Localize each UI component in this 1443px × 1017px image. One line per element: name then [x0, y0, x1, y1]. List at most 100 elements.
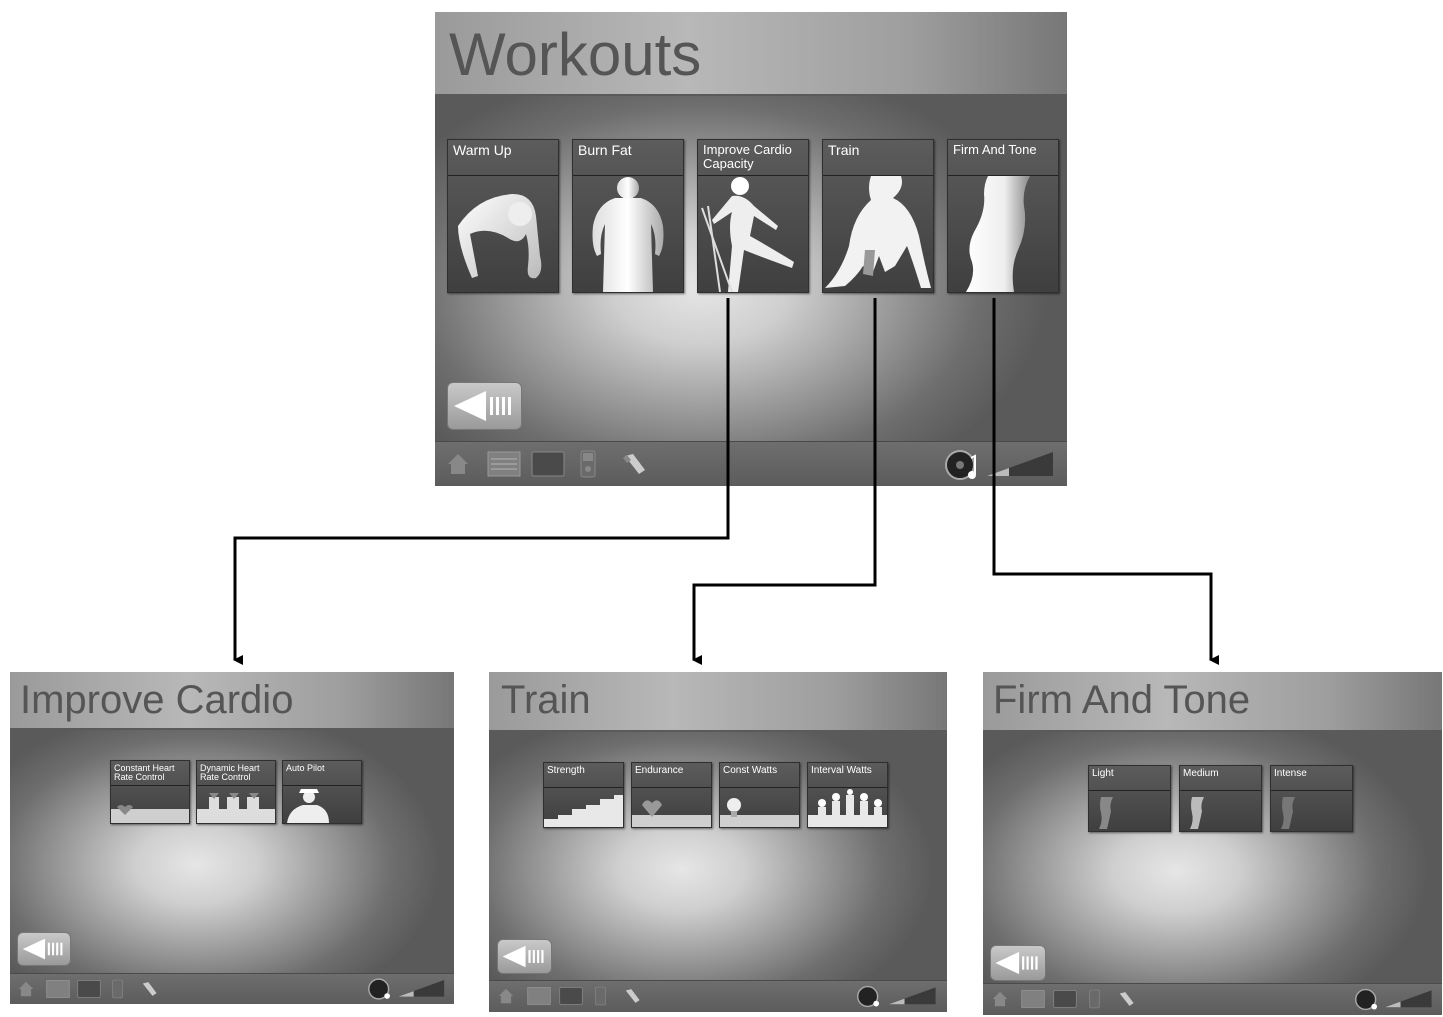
back-arrow-icon	[454, 391, 511, 421]
tile-label: Firm And Tone	[953, 142, 1037, 157]
ipod-icon[interactable]	[112, 979, 123, 999]
screen-icon[interactable]	[77, 979, 101, 999]
tile-strength[interactable]: Strength	[543, 762, 624, 828]
ipod-icon[interactable]	[580, 450, 596, 478]
keyboard-icon[interactable]	[487, 450, 521, 478]
back-button[interactable]	[17, 932, 71, 966]
intense-intensity-icon	[1281, 797, 1295, 829]
tile-auto-pilot[interactable]: Auto Pilot	[282, 760, 362, 824]
tile-intense[interactable]: Intense	[1270, 765, 1353, 832]
tile-label: Medium	[1183, 768, 1219, 779]
home-icon[interactable]	[498, 987, 514, 1005]
keyboard-icon[interactable]	[46, 979, 70, 999]
ipod-icon[interactable]	[595, 986, 606, 1006]
music-note-icon[interactable]	[1355, 987, 1382, 1012]
tile-label: Interval Watts	[811, 765, 872, 776]
bottom-bar	[983, 983, 1442, 1015]
tile-constant-heart-rate[interactable]: Constant Heart Rate Control	[110, 760, 190, 824]
tile-medium[interactable]: Medium	[1179, 765, 1262, 832]
volume-icon[interactable]	[987, 452, 1055, 478]
tile-label: Light	[1092, 768, 1114, 779]
workout-tiles: Warm Up Burn Fat Improve Cardio Capacity	[447, 139, 1059, 293]
keyboard-icon[interactable]	[1021, 989, 1045, 1009]
tile-label: Auto Pilot	[286, 763, 325, 773]
tile-dynamic-heart-rate[interactable]: Dynamic Heart Rate Control	[196, 760, 276, 824]
usb-key-icon[interactable]	[623, 987, 641, 1005]
tile-improve-cardio[interactable]: Improve Cardio Capacity	[697, 139, 809, 293]
usb-key-icon[interactable]	[1117, 990, 1135, 1008]
improve-cardio-screen: Improve Cardio Constant Heart Rate Contr…	[10, 672, 454, 1004]
sprinter-figure-icon	[825, 176, 931, 288]
usb-key-icon[interactable]	[140, 980, 158, 998]
dynamic-heart-rate-icon	[197, 793, 275, 823]
volume-icon[interactable]	[398, 980, 446, 998]
screen-icon[interactable]	[531, 450, 565, 478]
train-screen: Train Strength Endurance Const Watts Int…	[489, 672, 947, 1012]
back-button[interactable]	[497, 939, 552, 974]
workouts-screen: Workouts Warm Up Burn Fat Improve Cardio…	[435, 12, 1067, 486]
train-tiles: Strength Endurance Const Watts Interval …	[543, 762, 888, 828]
usb-key-icon[interactable]	[621, 452, 647, 476]
title-bar: Improve Cardio	[10, 672, 454, 730]
back-arrow-icon	[995, 951, 1038, 975]
bottom-bar	[489, 980, 947, 1012]
ipod-icon[interactable]	[1089, 989, 1100, 1009]
screen-icon[interactable]	[559, 986, 583, 1006]
medium-intensity-icon	[1190, 797, 1204, 829]
interval-watts-bulbs-icon	[808, 789, 887, 827]
pilot-icon	[287, 789, 329, 823]
firm-tone-tiles: Light Medium Intense	[1088, 765, 1353, 832]
page-title: Train	[501, 678, 591, 722]
bottom-bar	[435, 441, 1067, 486]
music-note-icon[interactable]	[368, 977, 395, 1001]
title-bar: Firm And Tone	[983, 672, 1442, 732]
keyboard-icon[interactable]	[527, 986, 551, 1006]
back-button[interactable]	[447, 382, 522, 430]
warm-up-figure-icon	[458, 194, 542, 279]
page-title: Improve Cardio	[20, 678, 294, 722]
const-watts-bulb-icon	[720, 798, 799, 827]
tile-light[interactable]: Light	[1088, 765, 1171, 832]
tile-label: Dynamic Heart Rate Control	[200, 763, 260, 783]
tile-label: Constant Heart Rate Control	[114, 763, 175, 783]
cardio-tiles: Constant Heart Rate Control Dynamic Hear…	[110, 760, 362, 824]
tile-label: Warm Up	[453, 142, 512, 158]
music-note-icon[interactable]	[945, 448, 983, 482]
home-icon[interactable]	[447, 452, 469, 476]
home-icon[interactable]	[992, 990, 1008, 1008]
tile-warm-up[interactable]: Warm Up	[447, 139, 559, 293]
cardio-skier-figure-icon	[701, 177, 794, 292]
tile-label: Endurance	[635, 765, 684, 776]
tile-interval-watts[interactable]: Interval Watts	[807, 762, 888, 828]
tile-label: Strength	[547, 765, 585, 776]
volume-icon[interactable]	[1385, 990, 1433, 1009]
back-arrow-icon	[22, 938, 63, 960]
tile-firm-and-tone[interactable]: Firm And Tone	[947, 139, 1059, 293]
tile-label: Const Watts	[723, 765, 778, 776]
music-note-icon[interactable]	[857, 984, 884, 1009]
page-title: Firm And Tone	[993, 678, 1251, 722]
title-bar: Workouts	[435, 12, 1067, 96]
firm-and-tone-screen: Firm And Tone Light Medium Intense	[983, 672, 1442, 1015]
title-bar: Train	[489, 672, 947, 732]
burn-fat-figure-icon	[592, 177, 664, 292]
toned-body-figure-icon	[966, 176, 1030, 292]
page-title: Workouts	[449, 21, 702, 88]
constant-heart-rate-icon	[111, 805, 189, 823]
light-intensity-icon	[1099, 797, 1113, 829]
back-arrow-icon	[502, 945, 544, 968]
home-icon[interactable]	[18, 980, 34, 998]
tile-label: Burn Fat	[578, 142, 632, 158]
tile-label: Improve Cardio Capacity	[703, 142, 792, 171]
screen-icon[interactable]	[1053, 989, 1077, 1009]
tile-label: Train	[828, 142, 860, 158]
endurance-heart-icon	[632, 800, 711, 827]
volume-icon[interactable]	[889, 987, 937, 1006]
bottom-bar	[10, 973, 454, 1004]
tile-const-watts[interactable]: Const Watts	[719, 762, 800, 828]
tile-label: Intense	[1274, 768, 1307, 779]
tile-burn-fat[interactable]: Burn Fat	[572, 139, 684, 293]
tile-train[interactable]: Train	[822, 139, 934, 293]
tile-endurance[interactable]: Endurance	[631, 762, 712, 828]
back-button[interactable]	[990, 945, 1046, 981]
